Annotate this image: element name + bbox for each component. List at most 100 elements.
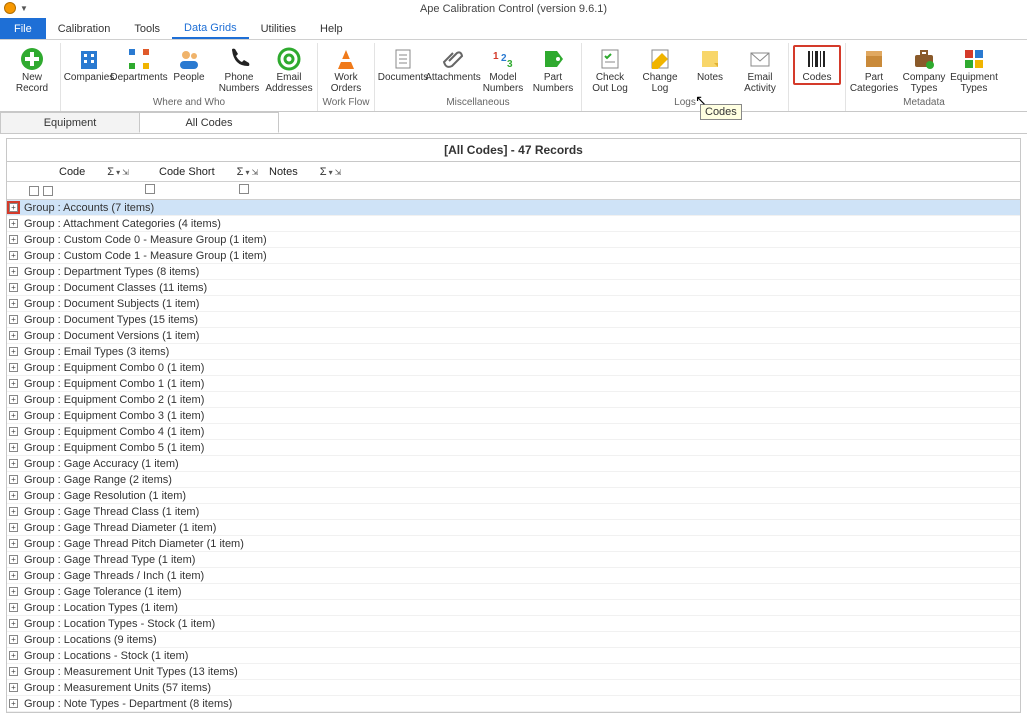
group-row[interactable]: +Group : Document Subjects (1 item)	[7, 296, 1020, 312]
expander-icon[interactable]: +	[9, 203, 18, 212]
group-row[interactable]: +Group : Gage Thread Class (1 item)	[7, 504, 1020, 520]
expander-icon[interactable]: +	[9, 299, 18, 308]
group-row[interactable]: +Group : Document Classes (11 items)	[7, 280, 1020, 296]
expander-icon[interactable]: +	[9, 523, 18, 532]
email-addresses-button[interactable]: Email Addresses	[265, 45, 313, 94]
expander-icon[interactable]: +	[9, 251, 18, 260]
group-row[interactable]: +Group : Accounts (7 items)	[7, 200, 1020, 216]
expander-icon[interactable]: +	[9, 619, 18, 628]
group-row[interactable]: +Group : Custom Code 1 - Measure Group (…	[7, 248, 1020, 264]
expander-icon[interactable]: +	[9, 331, 18, 340]
expander-icon[interactable]: +	[9, 587, 18, 596]
group-row[interactable]: +Group : Email Types (3 items)	[7, 344, 1020, 360]
change-log-button[interactable]: Change Log	[636, 45, 684, 94]
attachments-button[interactable]: Attachments	[429, 45, 477, 83]
part-numbers-button[interactable]: Part Numbers	[529, 45, 577, 94]
check-out-log-button[interactable]: Check Out Log	[586, 45, 634, 94]
group-row[interactable]: +Group : Equipment Combo 1 (1 item)	[7, 376, 1020, 392]
notes-button[interactable]: Notes	[686, 45, 734, 83]
expander-icon[interactable]: +	[9, 475, 18, 484]
expander-icon[interactable]: +	[9, 667, 18, 676]
expander-icon[interactable]: +	[9, 651, 18, 660]
expander-icon[interactable]: +	[9, 235, 18, 244]
group-row[interactable]: +Group : Gage Tolerance (1 item)	[7, 584, 1020, 600]
column-code-short[interactable]: Code Short	[159, 166, 215, 178]
expander-icon[interactable]: +	[9, 507, 18, 516]
expander-icon[interactable]: +	[9, 363, 18, 372]
menu-item-utilities[interactable]: Utilities	[249, 18, 308, 39]
group-row[interactable]: +Group : Equipment Combo 0 (1 item)	[7, 360, 1020, 376]
group-row[interactable]: +Group : Gage Accuracy (1 item)	[7, 456, 1020, 472]
expander-icon[interactable]: +	[9, 395, 18, 404]
group-row[interactable]: +Group : Equipment Combo 4 (1 item)	[7, 424, 1020, 440]
group-row[interactable]: +Group : Gage Thread Type (1 item)	[7, 552, 1020, 568]
menu-item-calibration[interactable]: Calibration	[46, 18, 123, 39]
group-row[interactable]: +Group : Gage Thread Pitch Diameter (1 i…	[7, 536, 1020, 552]
group-row[interactable]: +Group : Document Versions (1 item)	[7, 328, 1020, 344]
part-categories-button[interactable]: Part Categories	[850, 45, 898, 94]
people-button[interactable]: People	[165, 45, 213, 83]
email-activity-button[interactable]: Email Activity	[736, 45, 784, 94]
expander-icon[interactable]: +	[9, 443, 18, 452]
expander-icon[interactable]: +	[9, 427, 18, 436]
group-row[interactable]: +Group : Measurement Units (57 items)	[7, 680, 1020, 696]
expander-icon[interactable]: +	[9, 347, 18, 356]
group-row[interactable]: +Group : Locations - Stock (1 item)	[7, 648, 1020, 664]
group-row[interactable]: +Group : Gage Resolution (1 item)	[7, 488, 1020, 504]
expander-icon[interactable]: +	[9, 491, 18, 500]
chevron-down-icon[interactable]: ▾	[327, 168, 333, 177]
documents-button[interactable]: Documents	[379, 45, 427, 83]
expander-icon[interactable]: +	[9, 571, 18, 580]
group-row[interactable]: +Group : Location Types - Stock (1 item)	[7, 616, 1020, 632]
expander-icon[interactable]: +	[9, 379, 18, 388]
departments-button[interactable]: Departments	[115, 45, 163, 83]
column-code[interactable]: Code	[59, 166, 85, 178]
menu-item-tools[interactable]: Tools	[122, 18, 172, 39]
expander-icon[interactable]: +	[9, 635, 18, 644]
pin-icon[interactable]: ⇲	[333, 168, 342, 177]
group-row[interactable]: +Group : Custom Code 0 - Measure Group (…	[7, 232, 1020, 248]
expander-icon[interactable]: +	[9, 219, 18, 228]
model-numbers-button[interactable]: 123Model Numbers	[479, 45, 527, 94]
expander-icon[interactable]: +	[9, 315, 18, 324]
expander-icon[interactable]: +	[9, 459, 18, 468]
new-record-button[interactable]: New Record	[8, 45, 56, 94]
filter-box[interactable]	[29, 186, 39, 196]
tab-equipment[interactable]: Equipment	[0, 112, 140, 133]
group-row[interactable]: +Group : Department Types (8 items)	[7, 264, 1020, 280]
group-row[interactable]: +Group : Locations (9 items)	[7, 632, 1020, 648]
group-row[interactable]: +Group : Gage Thread Diameter (1 item)	[7, 520, 1020, 536]
codes-button[interactable]: Codes	[793, 45, 841, 85]
work-orders-button[interactable]: Work Orders	[322, 45, 370, 94]
expander-icon[interactable]: +	[9, 539, 18, 548]
phone-numbers-button[interactable]: Phone Numbers	[215, 45, 263, 94]
company-types-button[interactable]: Company Types	[900, 45, 948, 94]
group-row[interactable]: +Group : Measurement Unit Types (13 item…	[7, 664, 1020, 680]
filter-box[interactable]	[239, 184, 249, 194]
group-row[interactable]: +Group : Attachment Categories (4 items)	[7, 216, 1020, 232]
equipment-types-button[interactable]: Equipment Types	[950, 45, 998, 94]
tab-all-codes[interactable]: All Codes	[139, 112, 279, 133]
expander-icon[interactable]: +	[9, 283, 18, 292]
group-row[interactable]: +Group : Location Types (1 item)	[7, 600, 1020, 616]
group-row[interactable]: +Group : Equipment Combo 5 (1 item)	[7, 440, 1020, 456]
filter-box[interactable]	[145, 184, 155, 194]
group-row[interactable]: +Group : Gage Threads / Inch (1 item)	[7, 568, 1020, 584]
menu-item-help[interactable]: Help	[308, 18, 355, 39]
expander-icon[interactable]: +	[9, 699, 18, 708]
sigma-icon[interactable]: Σ	[320, 166, 327, 178]
group-row[interactable]: +Group : Equipment Combo 3 (1 item)	[7, 408, 1020, 424]
menu-item-data-grids[interactable]: Data Grids	[172, 18, 249, 39]
expander-icon[interactable]: +	[9, 555, 18, 564]
group-row[interactable]: +Group : Gage Range (2 items)	[7, 472, 1020, 488]
pin-icon[interactable]: ⇲	[120, 168, 129, 177]
pin-icon[interactable]: ⇲	[249, 168, 258, 177]
companies-button[interactable]: Companies	[65, 45, 113, 83]
group-row[interactable]: +Group : Equipment Combo 2 (1 item)	[7, 392, 1020, 408]
expander-icon[interactable]: +	[9, 683, 18, 692]
filter-box[interactable]	[43, 186, 53, 196]
expander-icon[interactable]: +	[9, 603, 18, 612]
expander-icon[interactable]: +	[9, 267, 18, 276]
file-menu[interactable]: File	[0, 18, 46, 39]
qat-dropdown-icon[interactable]: ▼	[20, 4, 28, 13]
